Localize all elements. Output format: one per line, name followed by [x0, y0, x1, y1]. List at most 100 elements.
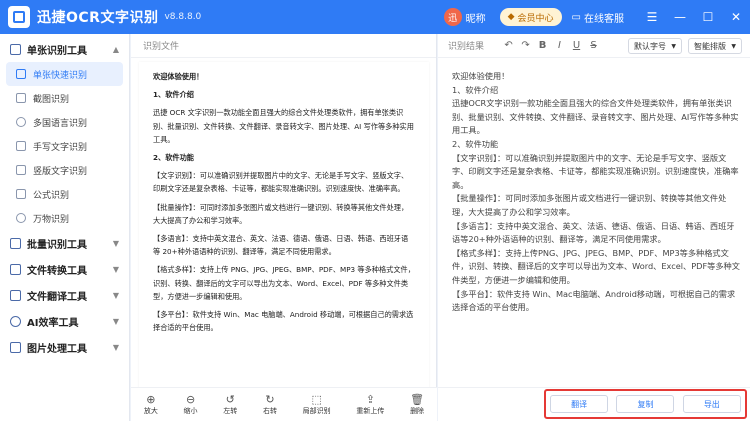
menu-icon[interactable]: ☰	[638, 10, 666, 24]
vip-center-button[interactable]: ◆ 会员中心	[499, 8, 562, 26]
result-panel: 识别结果 ↶ ↷ B I U S 默认字号 ▼ 智能排版 ▼ 欢迎体验使用！ 1、软…	[438, 34, 750, 421]
font-size-select[interactable]: 默认字号 ▼	[628, 38, 682, 54]
crop-icon: ⬚	[311, 392, 322, 406]
source-document[interactable]: 欢迎体验使用！ 1、软件介绍 迅捷 OCR 文字识别一款功能全面且强大的综合文件…	[139, 62, 429, 416]
zoom-out-button[interactable]: ⊖ 缩小	[183, 392, 198, 416]
pen-icon	[16, 141, 26, 151]
chevron-down-icon: ▼	[112, 290, 119, 300]
formula-icon	[16, 189, 26, 199]
result-line: 迅捷OCR文字识别一款功能全面且强大的综合文件处理类软件，拥有单张类识别、批量识…	[452, 98, 739, 136]
zoom-out-icon: ⊖	[185, 392, 196, 406]
export-button[interactable]: 导出	[682, 395, 741, 413]
undo-icon[interactable]: ↶	[500, 40, 517, 51]
group-label: 文件转换工具	[27, 265, 87, 277]
reupload-button[interactable]: ⇪ 重新上传	[356, 392, 385, 416]
nickname[interactable]: 昵称	[466, 10, 486, 25]
sidebar-item-formula[interactable]: 公式识别	[0, 182, 129, 206]
doc-line: 【多平台】：软件支持 Win、Mac 电脑端、Android 移动端，可根据自己…	[153, 310, 414, 333]
doc-line: 【多语言】：支持中英文混合、英文、法语、德语、俄语、日语、韩语、西班牙语等 20…	[153, 234, 409, 257]
rotate-left-button[interactable]: ↺ 左转	[223, 392, 237, 416]
vertical-text-icon	[16, 165, 26, 175]
doc-line: 1、软件介绍	[153, 90, 194, 100]
result-line: 【多平台】：软件支持 Win、Mac电脑端、Android移动端，可根据自己的需…	[452, 288, 736, 313]
doc-line: 【格式多样】：支持上传 PNG、JPG、JPEG、BMP、PDF、MP3 等多种…	[153, 265, 415, 301]
result-panel-title: 识别结果	[448, 42, 485, 52]
result-actions: 翻译 复制 导出	[438, 387, 750, 421]
avatar[interactable]: 迅	[443, 8, 462, 26]
sidebar-group-convert[interactable]: 文件转换工具 ▼	[0, 256, 129, 282]
bold-icon[interactable]: B	[534, 40, 551, 51]
scan-icon	[10, 43, 21, 55]
sidebar-group-ai[interactable]: AI效率工具 ▼	[0, 308, 129, 334]
group-label: 文件翻译工具	[27, 291, 87, 303]
app-title: 迅捷OCR文字识别	[37, 10, 159, 26]
group-label: AI效率工具	[27, 317, 79, 329]
font-size-value: 默认字号	[634, 41, 666, 51]
sidebar-item-screenshot[interactable]: 截图识别	[0, 86, 129, 110]
close-icon[interactable]: ✕	[722, 10, 750, 24]
doc-line: 【批量操作】：可同时添加多张图片或文档进行一键识别、转换等其他文件处理，大大提高…	[153, 202, 409, 225]
sidebar-group-batch[interactable]: 批量识别工具 ▼	[0, 230, 129, 256]
group-label: 图片处理工具	[27, 343, 87, 355]
diamond-icon: ◆	[507, 12, 515, 22]
item-label: 公式识别	[33, 190, 70, 201]
tool-label: 右转	[262, 406, 277, 415]
sidebar-item-quick[interactable]: 单张快速识别	[6, 62, 123, 86]
sidebar-item-handwriting[interactable]: 手写文字识别	[0, 134, 129, 158]
translate-icon	[10, 289, 21, 301]
title-bar: 迅捷OCR文字识别 v8.8.8.0 迅 昵称 ◆ 会员中心 ▭ 在线客服 ☰ — …	[0, 0, 750, 34]
italic-icon[interactable]: I	[551, 40, 568, 51]
translate-button[interactable]: 翻译	[550, 395, 609, 413]
partial-recognize-button[interactable]: ⬚ 局部识别	[303, 392, 331, 416]
minimize-icon[interactable]: —	[666, 10, 694, 24]
service-label: 在线客服	[584, 13, 624, 25]
source-panel: 识别文件 欢迎体验使用！ 1、软件介绍 迅捷 OCR 文字识别一款功能全面且强大…	[131, 34, 437, 421]
sidebar-group-image[interactable]: 图片处理工具 ▼	[0, 334, 129, 360]
globe-icon	[16, 117, 26, 127]
zoom-in-icon: ⊕	[146, 392, 156, 406]
delete-button[interactable]: 🗑 删除	[410, 392, 425, 416]
item-label: 万物识别	[33, 214, 70, 225]
tool-label: 缩小	[183, 406, 198, 415]
redo-icon[interactable]: ↷	[517, 40, 534, 51]
item-label: 单张快速识别	[33, 70, 88, 81]
sidebar-item-vertical[interactable]: 竖版文字识别	[0, 158, 129, 182]
object-icon	[16, 213, 26, 223]
sidebar: 单张识别工具 ▲ 单张快速识别 截图识别 多国语言识别 手写文字识别 竖版文字识别…	[0, 34, 130, 421]
chevron-down-icon: ▼	[112, 316, 119, 326]
trash-icon: 🗑	[410, 392, 425, 406]
doc-line: 欢迎体验使用！	[153, 72, 204, 81]
result-line: 【格式多样】：支持上传PNG、JPG、JPEG、BMP、PDF、MP3等多种格式…	[452, 247, 740, 285]
rotate-left-icon: ↺	[225, 392, 235, 406]
monitor-icon: ▭	[571, 11, 581, 23]
tool-label: 删除	[410, 406, 425, 415]
batch-icon	[10, 237, 21, 249]
doc-line: 迅捷 OCR 文字识别一款功能全面且强大的综合文件处理类软件，拥有单张类识别、批…	[153, 108, 414, 144]
sidebar-item-objects[interactable]: 万物识别	[0, 206, 129, 230]
sidebar-group-single[interactable]: 单张识别工具 ▲	[0, 36, 129, 62]
online-service-button[interactable]: ▭ 在线客服	[572, 10, 624, 25]
item-label: 手写文字识别	[33, 142, 88, 153]
group-label: 单张识别工具	[27, 45, 87, 57]
chevron-down-icon: ▼	[112, 342, 119, 352]
maximize-icon[interactable]: ☐	[694, 10, 722, 24]
underline-icon[interactable]: U	[568, 40, 585, 51]
result-line: 2、软件功能	[452, 138, 499, 149]
item-label: 多国语言识别	[33, 118, 88, 129]
source-panel-title: 识别文件	[131, 34, 436, 58]
sidebar-group-translate[interactable]: 文件翻译工具 ▼	[0, 282, 129, 308]
vip-label: 会员中心	[517, 13, 554, 24]
group-label: 批量识别工具	[27, 239, 87, 251]
convert-icon	[10, 263, 21, 275]
image-toolbar: ⊕ 放大 ⊖ 缩小 ↺ 左转 ↻ 右转 ⬚ 局部识别 ⇪ 重新上传 🗑 删除	[131, 387, 437, 421]
layout-select[interactable]: 智能排版 ▼	[688, 38, 742, 54]
copy-button[interactable]: 复制	[616, 395, 675, 413]
result-text[interactable]: 欢迎体验使用！ 1、软件介绍 迅捷OCR文字识别一款功能全面且强大的综合文件处理…	[452, 70, 742, 315]
zoom-in-button[interactable]: ⊕ 放大	[144, 392, 158, 416]
app-version: v8.8.8.0	[164, 12, 202, 22]
tool-label: 重新上传	[356, 406, 385, 415]
rotate-right-button[interactable]: ↻ 右转	[262, 393, 277, 416]
upload-icon: ⇪	[365, 392, 375, 406]
strikethrough-icon[interactable]: S	[585, 40, 602, 51]
sidebar-item-multilang[interactable]: 多国语言识别	[0, 110, 129, 134]
